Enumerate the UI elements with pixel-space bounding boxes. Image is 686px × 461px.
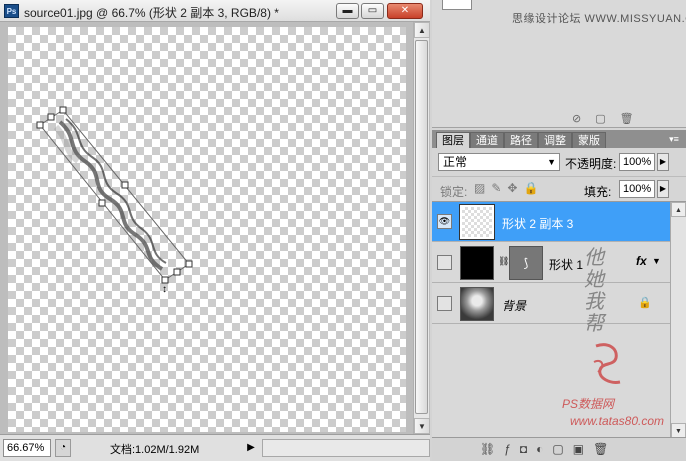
- shape-stroke-highlight: [65, 118, 167, 264]
- document-info: 文档:1.02M/1.92M: [110, 444, 200, 456]
- status-options-icon[interactable]: ◔: [55, 439, 71, 457]
- handle-top-left[interactable]: [47, 113, 55, 121]
- layer-row-shape-2-copy-3[interactable]: 👁 形状 2 副本 3: [432, 202, 670, 242]
- vector-mask-thumbnail: ⟆: [509, 246, 543, 280]
- chevron-down-icon[interactable]: ▼: [652, 256, 661, 266]
- zoom-field[interactable]: 66.67%: [3, 439, 51, 457]
- tab-layers[interactable]: 图层: [436, 132, 470, 148]
- close-button[interactable]: ✕: [387, 3, 423, 19]
- lock-icon: 🔒: [638, 297, 652, 309]
- canvas-area: ↕: [0, 22, 430, 434]
- chevron-down-icon: ▼: [547, 157, 556, 167]
- layer-name[interactable]: 形状 2 副本 3: [502, 215, 573, 232]
- tab-masks[interactable]: 蒙版: [572, 132, 606, 148]
- handle-left-mid[interactable]: [98, 199, 106, 207]
- fill-label: 填充:: [584, 185, 612, 199]
- scroll-down-icon[interactable]: ▼: [671, 423, 686, 438]
- layer-row-shape-1[interactable]: ⛓ ⟆ 形状 1 fx ▼: [432, 243, 670, 283]
- author-watermark: 他 她 我 帮: [584, 246, 632, 334]
- handle-top[interactable]: [59, 106, 67, 114]
- photoshop-icon: Ps: [4, 4, 19, 18]
- tab-adjustments[interactable]: 调整: [538, 132, 572, 148]
- handle-right[interactable]: [185, 260, 193, 268]
- upper-panel: 思缘设计论坛 WWW.MISSYUAN.COM ⊘▢🗑: [432, 0, 686, 128]
- document-window: Ps source01.jpg @ 66.7% (形状 2 副本 3, RGB/…: [0, 0, 430, 461]
- layers-list: 👁 形状 2 副本 3 ⛓ ⟆ 形状 1 fx ▼ 背景 🔒 ▲ ▼: [432, 201, 686, 438]
- upper-panel-icons[interactable]: ⊘▢🗑: [572, 112, 648, 125]
- scroll-down-icon[interactable]: ▼: [414, 418, 430, 434]
- layer-thumbnail: [460, 287, 494, 321]
- handle-bottom-right[interactable]: [173, 268, 181, 276]
- layer-action-icons[interactable]: ⛓ƒ◘◐▢▣🗑: [480, 442, 617, 456]
- document-title: source01.jpg @ 66.7% (形状 2 副本 3, RGB/8) …: [24, 6, 279, 20]
- right-panel: 思缘设计论坛 WWW.MISSYUAN.COM ⊘▢🗑 图层 通道 路径 调整 …: [432, 0, 686, 461]
- status-menu-arrow-icon[interactable]: ▶: [245, 440, 257, 456]
- document-titlebar[interactable]: Ps source01.jpg @ 66.7% (形状 2 副本 3, RGB/…: [0, 0, 430, 22]
- lock-row: 锁定: ▨✎✥🔒 填充: 100% ▶: [432, 176, 686, 200]
- layer-name[interactable]: 背景: [502, 297, 526, 314]
- color-swatch[interactable]: [442, 0, 472, 10]
- canvas-horizontal-scrollbar[interactable]: [262, 439, 430, 457]
- tab-paths[interactable]: 路径: [504, 132, 538, 148]
- site-watermark: 思缘设计论坛 WWW.MISSYUAN.COM: [512, 13, 686, 25]
- scroll-up-icon[interactable]: ▲: [671, 202, 686, 217]
- site-watermark-url: www.tatas80.com: [570, 414, 665, 428]
- watermark-char: 帮: [584, 311, 604, 335]
- handle-left[interactable]: [36, 121, 44, 129]
- scroll-up-icon[interactable]: ▲: [414, 22, 430, 38]
- opacity-label: 不透明度:: [565, 157, 617, 171]
- opacity-slider-arrow-icon[interactable]: ▶: [657, 153, 669, 171]
- canvas-vertical-scrollbar[interactable]: ▲ ▼: [413, 22, 430, 434]
- transparent-canvas[interactable]: ↕: [8, 27, 406, 432]
- handle-bottom[interactable]: [161, 276, 169, 284]
- restore-button[interactable]: ▭: [361, 3, 384, 19]
- blend-mode-select[interactable]: 正常 ▼: [438, 153, 560, 171]
- lock-options-icons[interactable]: ▨✎✥🔒: [474, 181, 544, 195]
- watermark-char: 她: [584, 267, 604, 291]
- visibility-toggle[interactable]: [437, 296, 452, 311]
- handle-right-mid[interactable]: [121, 181, 129, 189]
- layers-panel-tabs: 图层 通道 路径 调整 蒙版 ▾≡: [432, 130, 686, 148]
- panel-menu-icon[interactable]: ▾≡: [666, 132, 682, 146]
- layers-vertical-scrollbar[interactable]: ▲ ▼: [670, 202, 686, 438]
- red-seal-stamp: [593, 343, 621, 384]
- site-watermark-label: PS数据网: [562, 397, 615, 411]
- chain-link-icon[interactable]: ⛓: [498, 256, 509, 267]
- blend-row: 正常 ▼ 不透明度: 100% ▶: [432, 150, 686, 174]
- blend-mode-value: 正常: [443, 155, 468, 169]
- layers-bottom-bar: ⛓ƒ◘◐▢▣🗑: [432, 437, 686, 461]
- scroll-thumb[interactable]: [415, 40, 428, 414]
- minimize-button[interactable]: ▬: [336, 3, 359, 19]
- shape-stroke-main: [58, 120, 164, 271]
- fill-slider-arrow-icon[interactable]: ▶: [657, 180, 669, 198]
- fx-icon[interactable]: fx: [636, 254, 647, 268]
- tab-channels[interactable]: 通道: [470, 132, 504, 148]
- transform-bounding-box[interactable]: ↕: [8, 27, 406, 432]
- lock-label: 锁定:: [440, 185, 468, 199]
- photoshop-window: Ps source01.jpg @ 66.7% (形状 2 副本 3, RGB/…: [0, 0, 686, 461]
- layer-thumbnail: [460, 246, 494, 280]
- watermark-char: 他: [584, 245, 604, 269]
- eye-icon[interactable]: 👁: [437, 214, 452, 229]
- watermark-char: 我: [584, 289, 604, 313]
- visibility-toggle[interactable]: [437, 255, 452, 270]
- layer-row-background[interactable]: 背景 🔒: [432, 284, 670, 324]
- layer-name[interactable]: 形状 1: [549, 256, 583, 273]
- opacity-field[interactable]: 100%: [619, 153, 655, 171]
- layer-thumbnail: [459, 204, 495, 240]
- rotate-cursor-icon: ↕: [162, 284, 167, 295]
- status-bar: 66.67% ◔ 文档:1.02M/1.92M ▶: [0, 434, 430, 461]
- fill-field[interactable]: 100%: [619, 180, 655, 198]
